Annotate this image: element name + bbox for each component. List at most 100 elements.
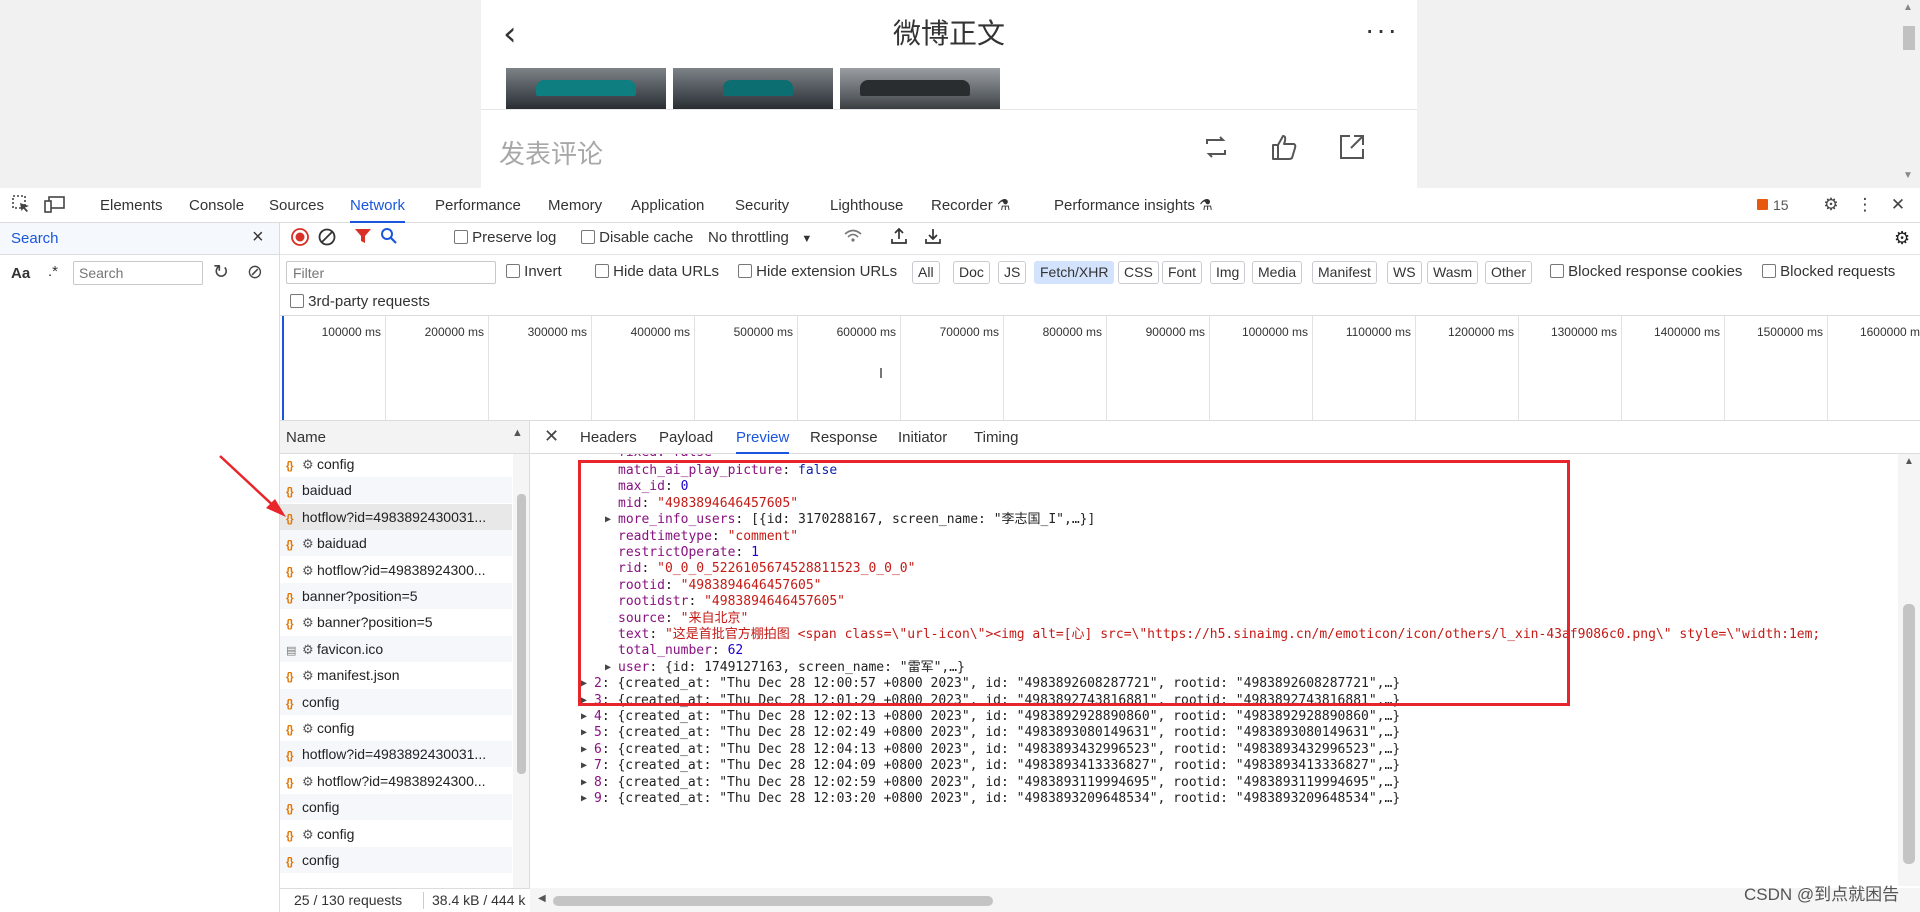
request-row[interactable]: {} ⚙ manifest.json	[280, 662, 512, 688]
back-icon[interactable]: ‹	[503, 16, 533, 52]
timeline-gridline	[1003, 316, 1004, 420]
type-filter-all[interactable]: All	[912, 261, 940, 284]
request-row[interactable]: {} config	[280, 794, 512, 821]
share-icon[interactable]	[1335, 132, 1369, 166]
post-image[interactable]	[840, 68, 1000, 109]
page-scrollbar[interactable]: ▲ ▼	[1897, 0, 1920, 188]
network-settings-icon[interactable]: ⚙	[1894, 227, 1910, 249]
request-list-scrollbar[interactable]	[513, 454, 529, 888]
filter-icon[interactable]	[354, 227, 372, 250]
clear-log-icon[interactable]	[317, 227, 337, 252]
match-case-toggle[interactable]: Aa	[11, 265, 30, 282]
tab-sources[interactable]: Sources	[269, 188, 324, 223]
like-icon[interactable]	[1267, 132, 1301, 166]
request-row[interactable]: {} ⚙ banner?position=5	[280, 609, 512, 635]
tab-recorder[interactable]: Recorder ⚗	[931, 188, 1010, 223]
throttling-select[interactable]: No throttling ▼	[708, 227, 812, 250]
network-overview[interactable]: 100000 ms 200000 ms 300000 ms 400000 ms 5000…	[280, 316, 1920, 421]
type-filter-font[interactable]: Font	[1162, 261, 1203, 284]
tab-performance[interactable]: Performance	[435, 188, 521, 223]
json-property[interactable]: 9: {created_at: "Thu Dec 28 12:03:20 +08…	[594, 789, 1400, 809]
type-filter-css[interactable]: CSS	[1118, 261, 1159, 284]
horizontal-scrollbar[interactable]: ◀	[530, 888, 1920, 912]
expand-triangle-icon[interactable]: ▶	[581, 789, 587, 809]
type-filter-manifest[interactable]: Manifest	[1312, 261, 1377, 284]
search-drawer-title[interactable]: Search	[11, 230, 59, 247]
type-filter-img[interactable]: Img	[1210, 261, 1246, 284]
request-row[interactable]: {} config	[280, 688, 512, 715]
response-preview[interactable]: fixed: false match_ai_play_picture: fals…	[530, 454, 1920, 886]
import-har-icon[interactable]	[890, 227, 908, 250]
tab-response[interactable]: Response	[810, 421, 878, 454]
type-filter-fetch-xhr[interactable]: Fetch/XHR	[1034, 261, 1115, 284]
tab-timing[interactable]: Timing	[974, 421, 1018, 454]
xhr-file-icon: {}	[286, 724, 294, 736]
request-row[interactable]: ▤ ⚙ favicon.ico	[280, 635, 512, 662]
request-row[interactable]: {} ⚙ config	[280, 715, 512, 741]
type-filter-media[interactable]: Media	[1252, 261, 1303, 284]
inspect-element-icon[interactable]	[10, 194, 32, 216]
close-devtools-icon[interactable]: ✕	[1887, 194, 1909, 216]
name-column-header[interactable]: Name ▲	[280, 421, 529, 454]
request-row[interactable]: {} ⚙ hotflow?id=49838924300...	[280, 557, 512, 583]
post-image[interactable]	[506, 68, 666, 109]
tab-lighthouse[interactable]: Lighthouse	[830, 188, 903, 223]
issues-badge[interactable]: 15	[1757, 197, 1789, 213]
clear-icon[interactable]: ⊘	[247, 261, 263, 284]
export-har-icon[interactable]	[924, 227, 942, 250]
tab-console[interactable]: Console	[189, 188, 244, 223]
type-filter-other[interactable]: Other	[1485, 261, 1533, 284]
preserve-log-checkbox[interactable]: Preserve log	[454, 227, 556, 249]
close-icon[interactable]: ×	[252, 226, 264, 249]
close-detail-icon[interactable]: ✕	[544, 426, 559, 447]
device-toolbar-icon[interactable]	[44, 194, 66, 216]
request-row[interactable]: {} config	[280, 847, 512, 873]
service-worker-icon: ⚙	[302, 721, 314, 736]
post-image[interactable]	[673, 68, 833, 109]
tab-preview[interactable]: Preview	[736, 421, 790, 454]
blocked-cookies-checkbox[interactable]: Blocked response cookies	[1550, 261, 1742, 283]
invert-checkbox[interactable]: Invert	[506, 261, 562, 283]
timeline-tick-label: 1100000 ms	[1345, 325, 1411, 339]
tab-headers[interactable]: Headers	[580, 421, 637, 454]
request-row[interactable]: {} ⚙ config	[280, 451, 512, 477]
search-icon[interactable]	[380, 227, 398, 250]
tab-payload[interactable]: Payload	[659, 421, 713, 454]
settings-gear-icon[interactable]: ⚙	[1820, 194, 1842, 216]
regex-toggle[interactable]: .*	[48, 263, 58, 280]
record-icon[interactable]	[290, 227, 310, 252]
tab-network[interactable]: Network	[350, 188, 406, 223]
refresh-icon[interactable]: ↻	[213, 261, 229, 284]
request-row[interactable]: {} banner?position=5	[280, 583, 512, 609]
more-icon[interactable]: ···	[1365, 12, 1399, 48]
type-filter-doc[interactable]: Doc	[953, 261, 990, 284]
hide-data-urls-checkbox[interactable]: Hide data URLs	[595, 261, 719, 283]
tab-security[interactable]: Security	[735, 188, 789, 223]
request-row[interactable]: {} hotflow?id=4983892430031...	[280, 741, 512, 768]
type-filter-ws[interactable]: WS	[1387, 261, 1422, 284]
tab-performance-insights[interactable]: Performance insights ⚗	[1054, 188, 1213, 223]
expand-triangle-icon[interactable]: ▶	[605, 510, 611, 530]
blocked-requests-checkbox[interactable]: Blocked requests	[1762, 261, 1895, 283]
tab-elements[interactable]: Elements	[100, 188, 163, 223]
hide-extension-urls-checkbox[interactable]: Hide extension URLs	[738, 261, 897, 283]
request-row[interactable]: {} baiduad	[280, 477, 512, 504]
preview-scrollbar[interactable]: ▲	[1898, 454, 1920, 886]
request-row[interactable]: {} ⚙ baiduad	[280, 530, 512, 557]
tab-application[interactable]: Application	[631, 188, 704, 223]
filter-input[interactable]	[286, 261, 496, 284]
type-filter-js[interactable]: JS	[998, 261, 1027, 284]
type-filter-wasm[interactable]: Wasm	[1427, 261, 1479, 284]
request-row[interactable]: {} hotflow?id=4983892430031...	[280, 503, 512, 530]
request-row[interactable]: {} ⚙ config	[280, 821, 512, 847]
tab-memory[interactable]: Memory	[548, 188, 602, 223]
network-conditions-icon[interactable]	[843, 227, 863, 250]
third-party-checkbox[interactable]: 3rd-party requests	[290, 291, 430, 313]
request-row[interactable]: {} ⚙ hotflow?id=49838924300...	[280, 768, 512, 794]
comment-input[interactable]: 发表评论	[499, 134, 603, 171]
more-vertical-icon[interactable]: ⋮	[1854, 194, 1876, 216]
search-input[interactable]	[73, 261, 203, 285]
tab-initiator[interactable]: Initiator	[898, 421, 947, 454]
repost-icon[interactable]	[1199, 132, 1233, 166]
disable-cache-checkbox[interactable]: Disable cache	[581, 227, 693, 249]
